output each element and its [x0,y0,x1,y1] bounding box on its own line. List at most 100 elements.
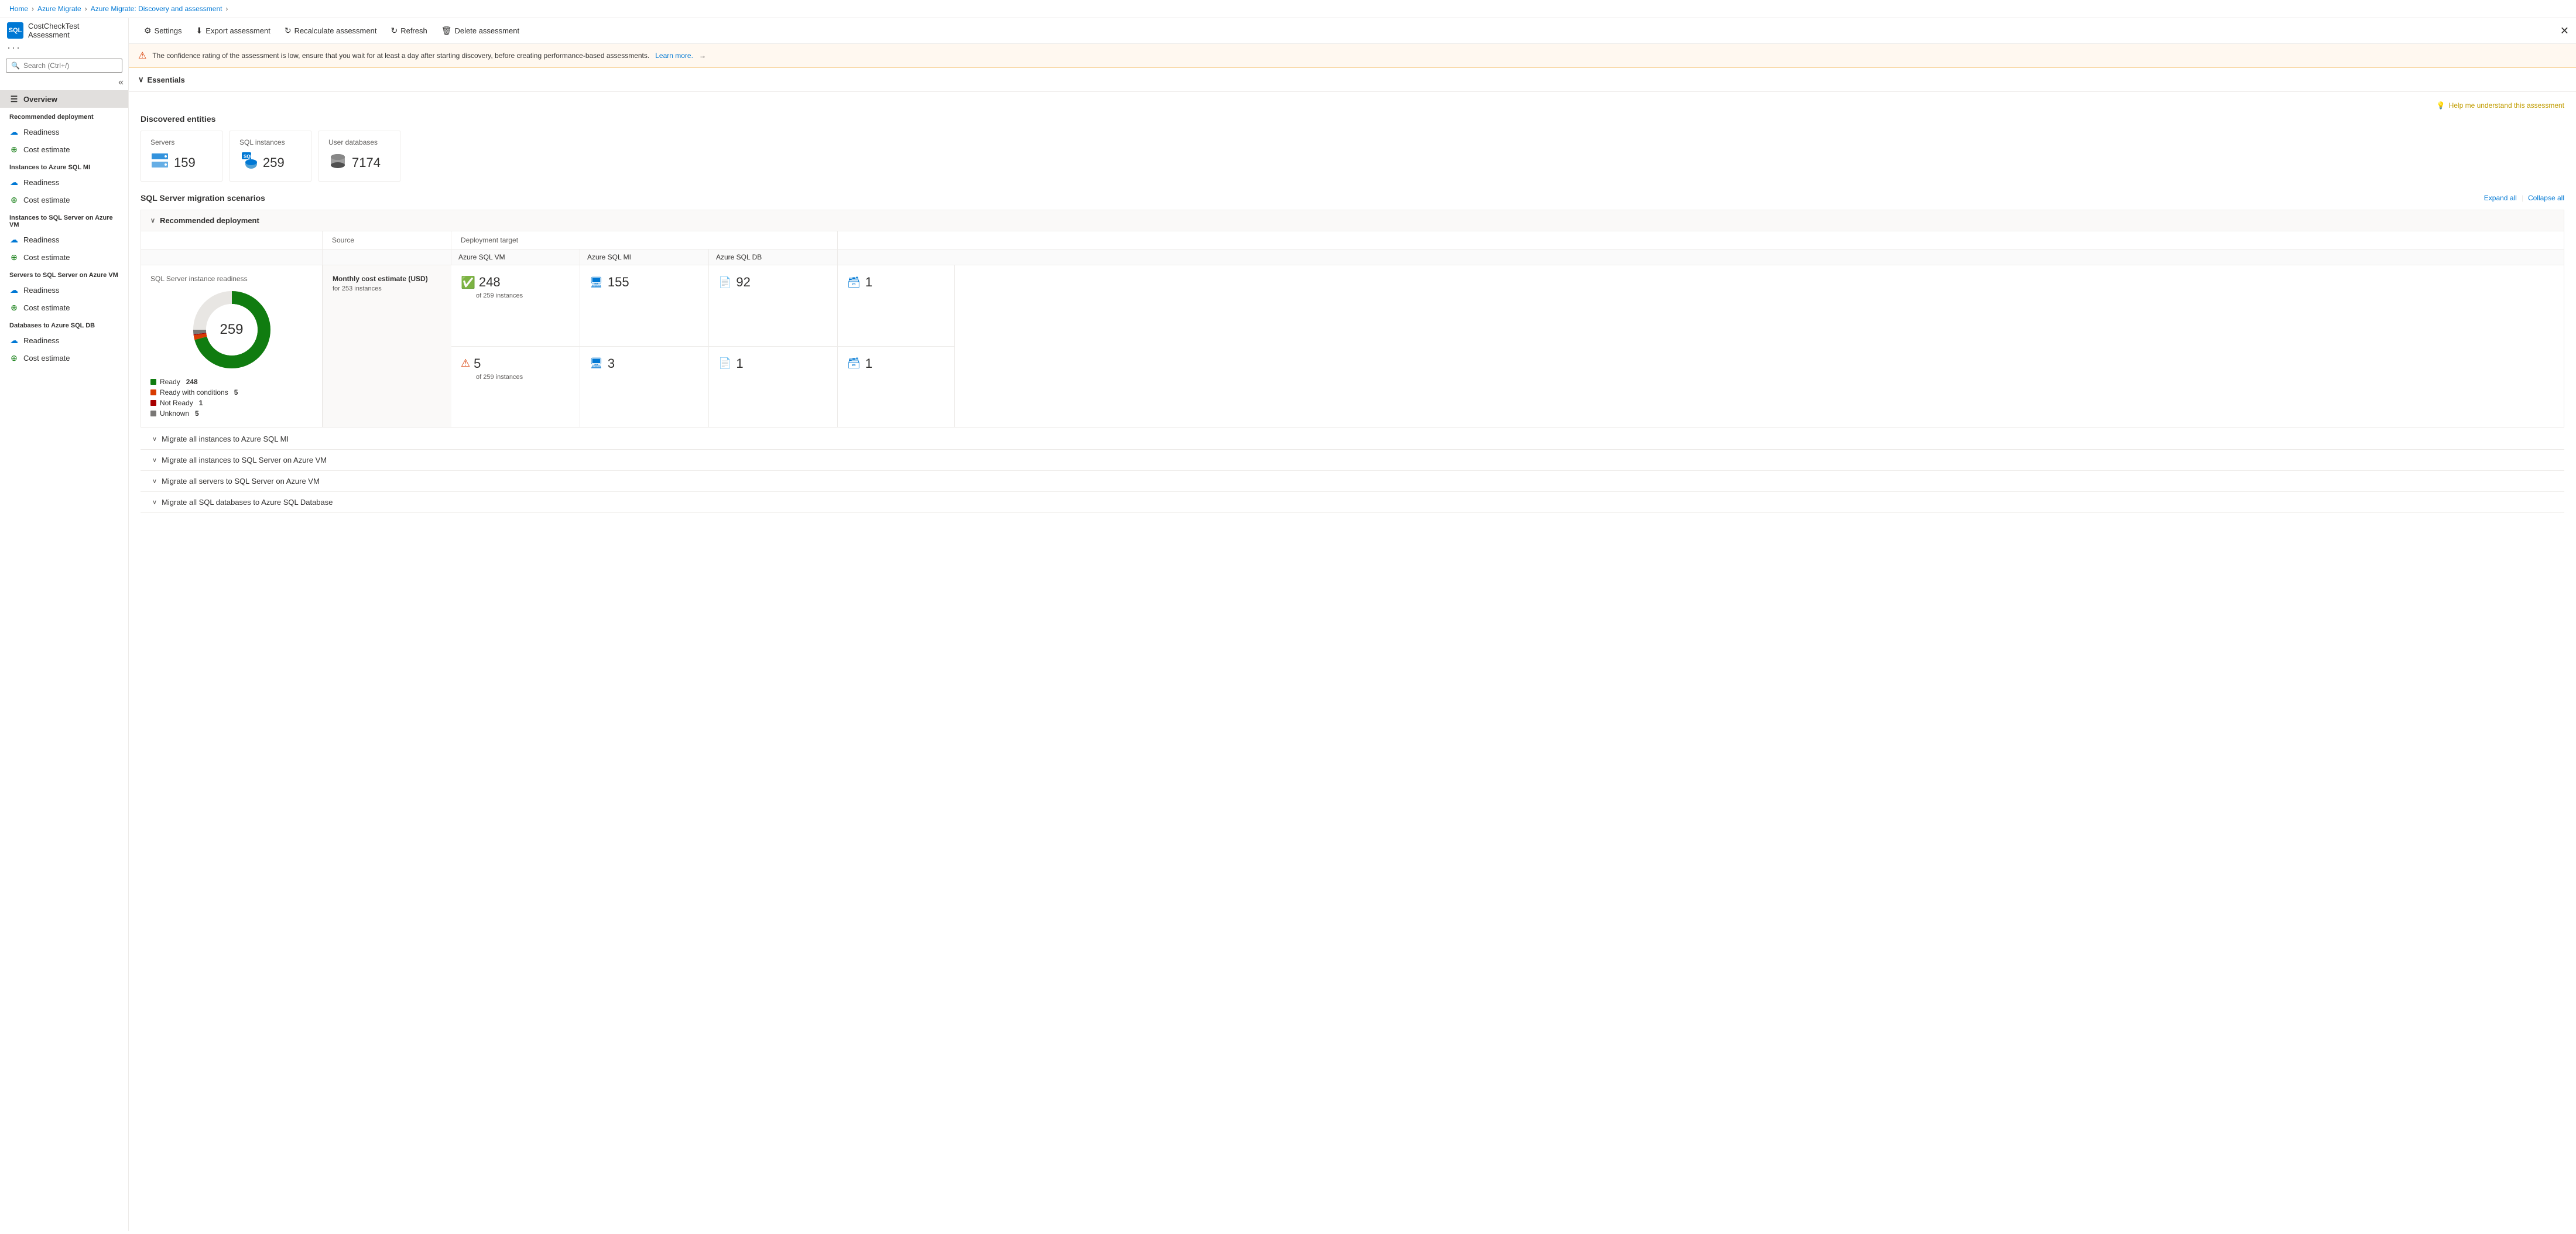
collapse-all-link[interactable]: Collapse all [2528,194,2564,202]
warning-link[interactable]: Learn more. [655,52,693,60]
sidebar-item-servers-readiness[interactable]: ☁ Readiness [0,281,128,299]
sidebar-more-btn[interactable]: ··· [0,39,128,54]
sidebar-item-db-cost[interactable]: ⊕ Cost estimate [0,349,128,367]
azure-sql-vm-row1[interactable]: 🖥 155 [580,265,709,347]
sidebar-item-mi-readiness[interactable]: ☁ Readiness [0,173,128,191]
azure-sql-mi-icon-2: 📄 [718,357,731,370]
entity-card-sql-instances[interactable]: SQL instances SQL 259 [229,131,311,182]
essentials-label: Essentials [148,76,185,84]
azure-sql-db-row1[interactable]: 🗃 1 [838,265,955,347]
entity-card-user-databases[interactable]: User databases 7174 [318,131,400,182]
breadcrumb-discovery[interactable]: Azure Migrate: Discovery and assessment [91,5,222,13]
cost-title: Monthly cost estimate (USD) [333,275,442,283]
deployment-header[interactable]: ∨ Recommended deployment [141,210,2564,231]
search-input[interactable] [23,61,117,70]
sidebar-item-vm-cost[interactable]: ⊕ Cost estimate [0,248,128,266]
nav-section-sql-mi: Instances to Azure SQL MI [0,158,128,173]
overview-icon: ☰ [9,94,19,104]
sidebar-item-vm-readiness[interactable]: ☁ Readiness [0,231,128,248]
cost-subtitle: for 253 instances [333,285,442,292]
nav-section-sql-vm: Instances to SQL Server on Azure VM [0,208,128,231]
close-button[interactable]: ✕ [2560,25,2569,37]
azure-sql-vm-value-2: 3 [608,356,615,371]
sidebar-item-overview[interactable]: ☰ Overview [0,90,128,108]
deployment-chevron: ∨ [150,217,155,224]
breadcrumb-azure-migrate[interactable]: Azure Migrate [37,5,81,13]
sidebar-item-overview-label: Overview [23,95,57,104]
azure-sql-db-row2[interactable]: 🗃 1 [838,347,955,428]
refresh-button[interactable]: ↻ Refresh [385,23,433,39]
source-value-2: 5 [474,356,481,371]
refresh-label: Refresh [400,26,427,35]
export-label: Export assessment [205,26,270,35]
settings-icon: ⚙ [144,26,152,36]
legend-ready: Ready 248 [150,378,313,386]
col-header-empty [141,231,323,249]
sidebar-item-rec-readiness[interactable]: ☁ Readiness [0,123,128,141]
chevron-migrate-servers-vm: ∨ [152,477,157,485]
source-row1[interactable]: ✅ 248 of 259 instances [451,265,580,347]
help-link[interactable]: 💡 Help me understand this assessment [2437,101,2564,110]
sidebar-item-rec-readiness-label: Readiness [23,128,59,136]
sidebar-item-vm-cost-label: Cost estimate [23,253,70,262]
collapse-migrate-db[interactable]: ∨ Migrate all SQL databases to Azure SQL… [141,492,2564,513]
sub-header-azure-sql-mi: Azure SQL MI [580,249,709,265]
sidebar-item-db-readiness-label: Readiness [23,336,59,345]
entity-cards: Servers 159 SQ [141,131,2564,182]
expand-all-link[interactable]: Expand all [2484,194,2517,202]
sidebar-item-vm-readiness-label: Readiness [23,235,59,244]
deployment-body: Source Deployment target Azure SQL VM Az… [141,231,2564,427]
legend-dot-conditions [150,389,156,395]
azure-sql-mi-value-1: 92 [736,275,750,290]
azure-sql-vm-icon-2: 🖥 [590,357,603,370]
rec-readiness-icon: ☁ [9,127,19,136]
essentials-toggle[interactable]: ∨ Essentials [138,75,2567,84]
collapse-migrate-servers-vm[interactable]: ∨ Migrate all servers to SQL Server on A… [141,471,2564,492]
db-cost-icon: ⊕ [9,353,19,363]
source-row2[interactable]: ⚠ 5 of 259 instances [451,347,580,428]
search-box[interactable]: 🔍 [6,59,122,73]
help-icon: 💡 [2437,101,2445,110]
nav-section-recommended: Recommended deployment [0,108,128,123]
chart-title: SQL Server instance readiness [150,275,313,283]
collapse-migrate-sqlvm-label: Migrate all instances to SQL Server on A… [162,456,327,464]
azure-sql-db-icon-2: 🗃 [847,357,861,370]
breadcrumb-home[interactable]: Home [9,5,28,13]
settings-button[interactable]: ⚙ Settings [138,23,188,39]
collapse-migrate-mi-label: Migrate all instances to Azure SQL MI [162,435,289,443]
azure-sql-db-icon-1: 🗃 [847,276,861,289]
recalculate-icon: ↻ [285,26,292,36]
sidebar-item-db-readiness[interactable]: ☁ Readiness [0,331,128,349]
servers-cost-icon: ⊕ [9,303,19,312]
collapse-migrate-mi[interactable]: ∨ Migrate all instances to Azure SQL MI [141,429,2564,450]
col-header-source: Source [323,231,451,249]
recalculate-button[interactable]: ↻ Recalculate assessment [279,23,383,39]
vm-cost-icon: ⊕ [9,252,19,262]
entity-card-servers[interactable]: Servers 159 [141,131,222,182]
sidebar-item-servers-cost[interactable]: ⊕ Cost estimate [0,299,128,316]
legend-value-conditions: 5 [234,388,238,396]
delete-button[interactable]: 🗑 Delete assessment [436,23,525,39]
help-label: Help me understand this assessment [2449,101,2564,110]
sidebar-collapse-btn[interactable]: « [118,77,124,88]
mi-readiness-icon: ☁ [9,177,19,187]
sidebar-item-rec-cost[interactable]: ⊕ Cost estimate [0,141,128,158]
export-button[interactable]: ⬇ Export assessment [190,23,276,39]
sub-header-azure-sql-db: Azure SQL DB [709,249,838,265]
discovered-entities-title: Discovered entities [141,114,2564,124]
azure-sql-db-value-2: 1 [865,356,872,371]
collapse-migrate-sqlvm[interactable]: ∨ Migrate all instances to SQL Server on… [141,450,2564,471]
sidebar-item-mi-readiness-label: Readiness [23,178,59,187]
refresh-icon: ↻ [390,26,398,36]
recalculate-label: Recalculate assessment [294,26,377,35]
legend-label-ready: Ready [160,378,180,386]
sidebar-item-mi-cost[interactable]: ⊕ Cost estimate [0,191,128,208]
legend-value-unknown: 5 [195,409,199,418]
azure-sql-mi-row1[interactable]: 📄 92 [709,265,838,347]
sql-instances-value: 259 [263,155,285,170]
app-subtitle: Assessment [28,30,79,39]
azure-sql-vm-row2[interactable]: 🖥 3 [580,347,709,428]
azure-sql-mi-row2[interactable]: 📄 1 [709,347,838,428]
azure-sql-mi-value-2: 1 [736,356,743,371]
app-icon: SQL [7,22,23,39]
